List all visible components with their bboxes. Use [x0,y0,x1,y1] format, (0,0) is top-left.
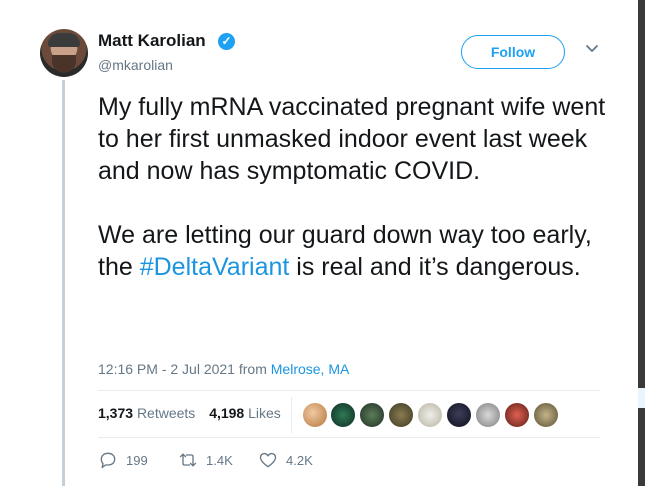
tweet-text-part2: is real and it’s dangerous. [289,253,581,281]
hashtag-link[interactable]: #DeltaVariant [140,253,290,281]
liker-avatar[interactable] [504,402,530,428]
reply-icon [100,452,116,469]
like-count-short: 4.2K [286,452,313,468]
thread-line [62,80,65,486]
retweet-action[interactable]: 1.4K [178,448,233,472]
tweet-card: Matt Karolian ✓ @mkarolian Follow My ful… [0,0,639,486]
liker-avatar[interactable] [475,402,501,428]
liker-avatar[interactable] [330,402,356,428]
likes-count[interactable]: 4,198 [209,405,244,421]
reply-action[interactable]: 199 [98,448,148,472]
liker-avatar[interactable] [388,402,414,428]
verified-badge-icon: ✓ [218,33,235,50]
liker-avatar[interactable] [533,402,559,428]
retweet-count-short: 1.4K [206,452,233,468]
divider-bottom [98,437,600,438]
heart-icon [259,452,277,468]
stats-separator [291,397,292,433]
engagement-stats: 1,373 Retweets 4,198 Likes [98,405,281,421]
chevron-down-icon[interactable] [584,40,600,56]
avatar-cap [48,33,80,47]
retweet-icon [179,453,197,467]
background-strip [638,0,645,486]
tweet-text: My fully mRNA vaccinated pregnant wife w… [98,91,608,283]
divider-top [98,390,600,391]
like-action[interactable]: 4.2K [258,448,313,472]
liker-avatar[interactable] [417,402,443,428]
likes-label[interactable]: Likes [248,405,281,421]
from-label: from [238,361,267,377]
timestamp[interactable]: 12:16 PM - 2 Jul 2021 [98,361,235,377]
liker-avatar[interactable] [302,402,328,428]
author-name[interactable]: Matt Karolian [98,31,206,51]
follow-button[interactable]: Follow [461,35,565,69]
retweets-label[interactable]: Retweets [137,405,195,421]
background-highlight [638,388,645,408]
retweets-count[interactable]: 1,373 [98,405,133,421]
avatar-beard [52,55,76,73]
reply-count: 199 [126,452,148,468]
liker-avatar[interactable] [446,402,472,428]
location-link[interactable]: Melrose, MA [271,361,350,377]
author-handle[interactable]: @mkarolian [98,57,173,73]
avatar[interactable] [40,29,88,77]
liker-avatar[interactable] [359,402,385,428]
tweet-meta: 12:16 PM - 2 Jul 2021 from Melrose, MA [98,361,349,377]
